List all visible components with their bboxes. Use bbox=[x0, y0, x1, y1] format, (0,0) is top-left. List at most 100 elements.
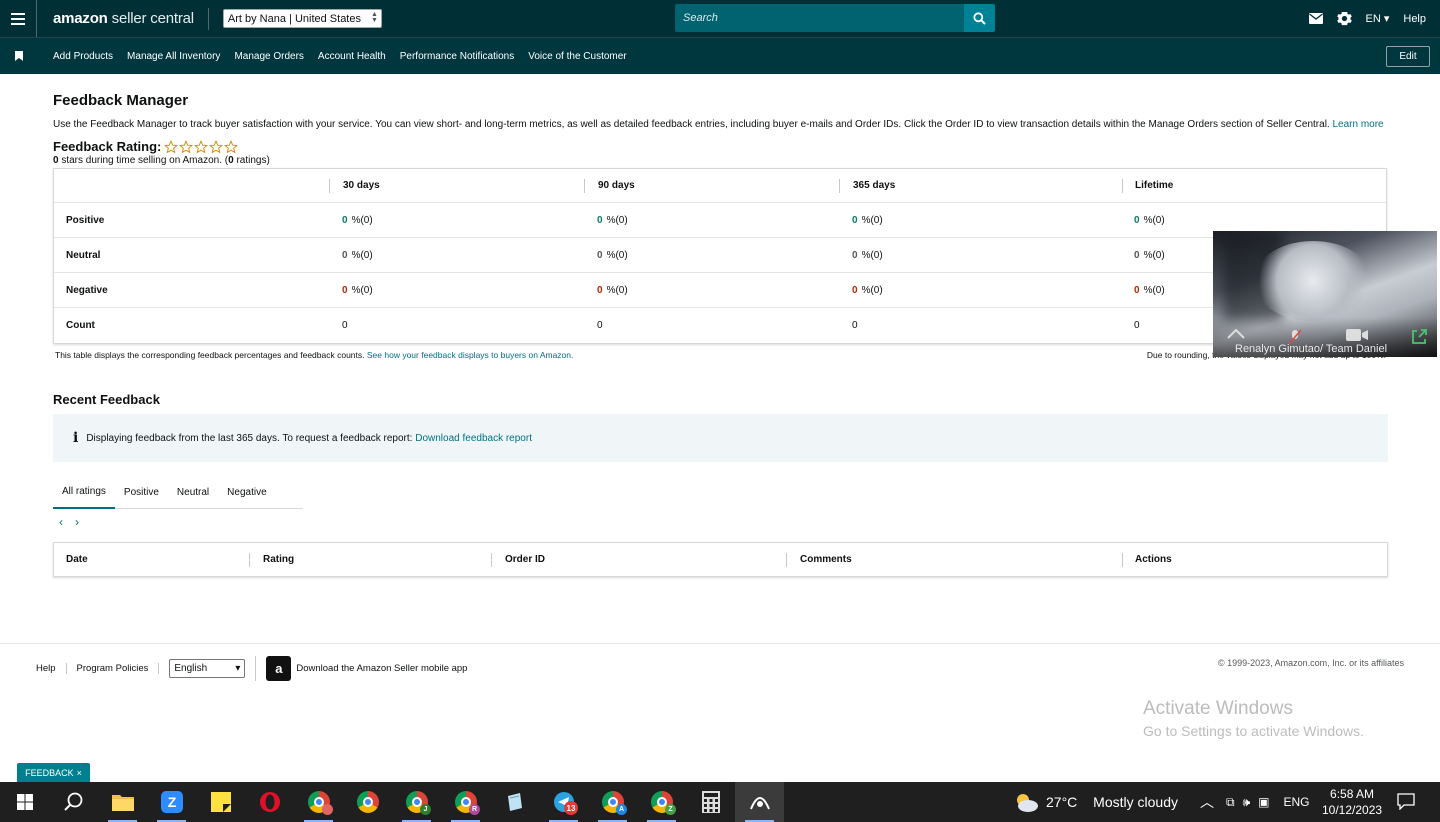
chevron-left-icon[interactable]: ‹ bbox=[59, 515, 63, 529]
tab-all-ratings[interactable]: All ratings bbox=[53, 476, 115, 509]
snipping-tool-icon[interactable] bbox=[735, 782, 784, 822]
telegram-icon[interactable]: 13 bbox=[539, 782, 588, 822]
chrome-icon[interactable]: J bbox=[392, 782, 441, 822]
system-tray: 27°C Mostly cloudy ︿ ⧉ 🕪 ▣ ENG bbox=[1012, 782, 1309, 822]
column-header-actions[interactable]: Actions bbox=[1122, 552, 1387, 567]
search-input[interactable]: Search bbox=[675, 4, 964, 32]
rating-label: Feedback Rating: bbox=[53, 139, 162, 154]
cell-value: 0 bbox=[852, 249, 858, 261]
cell-suffix: %(0) bbox=[861, 284, 883, 296]
footer-language-select[interactable]: English ▾ bbox=[169, 659, 246, 678]
chrome-icon[interactable]: Z bbox=[637, 782, 686, 822]
chrome-icon[interactable]: A bbox=[588, 782, 637, 822]
nav-manage-orders[interactable]: Manage Orders bbox=[234, 51, 303, 62]
cell-value: 0 bbox=[342, 320, 348, 331]
column-header: 365 days bbox=[839, 178, 1122, 193]
footer-help-link[interactable]: Help bbox=[36, 663, 67, 674]
column-header-date[interactable]: Date bbox=[54, 553, 249, 567]
page-title: Feedback Manager bbox=[53, 92, 189, 109]
gear-icon[interactable] bbox=[1336, 11, 1352, 26]
buyer-display-link[interactable]: See how your feedback displays to buyers… bbox=[367, 350, 573, 360]
chrome-icon[interactable] bbox=[343, 782, 392, 822]
top-header: amazon seller central Art by Nana | Unite… bbox=[0, 0, 1440, 37]
column-header-comments[interactable]: Comments bbox=[786, 552, 1122, 567]
notifications-icon[interactable] bbox=[1397, 793, 1415, 815]
cell-suffix: %(0) bbox=[606, 214, 628, 226]
bookmark-icon[interactable] bbox=[0, 38, 37, 74]
store-selector[interactable]: Art by Nana | United States ▲ ▼ bbox=[222, 9, 382, 28]
tab-positive[interactable]: Positive bbox=[115, 476, 168, 509]
cell-value: 0 bbox=[852, 320, 858, 331]
cell-suffix: %(0) bbox=[606, 249, 628, 261]
search-icon[interactable] bbox=[49, 782, 98, 822]
feedback-widget-tab[interactable]: FEEDBACK × bbox=[17, 763, 90, 782]
weather-widget[interactable]: 27°C Mostly cloudy bbox=[1012, 791, 1178, 813]
nav-performance-notifications[interactable]: Performance Notifications bbox=[400, 51, 515, 62]
row-label: Positive bbox=[66, 214, 105, 226]
opera-icon[interactable] bbox=[245, 782, 294, 822]
rating-stars bbox=[164, 139, 239, 154]
mobile-app-link[interactable]: a Download the Amazon Seller mobile app bbox=[255, 656, 467, 681]
close-icon[interactable]: × bbox=[77, 768, 82, 778]
nav-add-products[interactable]: Add Products bbox=[53, 51, 113, 62]
download-report-link[interactable]: Download feedback report bbox=[415, 433, 532, 444]
cell-suffix: %(0) bbox=[351, 214, 373, 226]
table-row: Count 0 0 0 0 bbox=[54, 308, 1386, 343]
menu-icon[interactable] bbox=[0, 0, 37, 37]
input-language[interactable]: ENG bbox=[1283, 795, 1309, 809]
info-alert: i Displaying feedback from the last 365 … bbox=[53, 414, 1388, 462]
learn-more-link[interactable]: Learn more bbox=[1332, 119, 1383, 130]
cell-value: 0 bbox=[1134, 284, 1140, 296]
chevron-right-icon[interactable]: › bbox=[75, 515, 79, 529]
cell-suffix: %(0) bbox=[1143, 214, 1165, 226]
cell-value: 0 bbox=[1134, 214, 1140, 226]
mail-icon[interactable] bbox=[1308, 13, 1323, 24]
sticky-notes-icon[interactable] bbox=[196, 782, 245, 822]
nav-manage-all-inventory[interactable]: Manage All Inventory bbox=[127, 51, 220, 62]
column-header-rating[interactable]: Rating bbox=[249, 552, 491, 567]
edit-nav-button[interactable]: Edit bbox=[1386, 46, 1430, 67]
clock[interactable]: 6:58 AM 10/12/2023 bbox=[1322, 786, 1382, 818]
table-row: Negative 0 %(0) 0 %(0) 0 %(0) 0 %(0) bbox=[54, 273, 1386, 308]
search-button[interactable] bbox=[964, 4, 995, 32]
activate-windows-watermark: Activate Windows Go to Settings to activ… bbox=[1143, 698, 1364, 739]
file-explorer-icon[interactable] bbox=[98, 782, 147, 822]
footer-policies-link[interactable]: Program Policies bbox=[67, 663, 160, 674]
calculator-icon[interactable] bbox=[686, 782, 735, 822]
rating-summary: 0 stars during time selling on Amazon. (… bbox=[53, 155, 270, 166]
table-cell: 0 %(0) bbox=[584, 250, 839, 261]
nav-voice-of-the-customer[interactable]: Voice of the Customer bbox=[528, 51, 626, 62]
network-icon[interactable]: ▣ bbox=[1258, 795, 1269, 809]
chevron-up-icon[interactable]: ︿ bbox=[1200, 792, 1214, 812]
tab-negative[interactable]: Negative bbox=[218, 476, 275, 509]
navigation-bar: Add Products Manage All Inventory Manage… bbox=[0, 37, 1440, 74]
meet-now-icon[interactable]: ⧉ bbox=[1226, 795, 1235, 810]
star-icon bbox=[179, 139, 194, 153]
tab-neutral[interactable]: Neutral bbox=[168, 476, 218, 509]
table-cell: 0 %(0) bbox=[329, 250, 584, 261]
popout-icon bbox=[1412, 329, 1427, 344]
table-cell: 0 bbox=[329, 320, 584, 331]
table-cell: 0 %(0) bbox=[584, 285, 839, 296]
row-label: Neutral bbox=[66, 249, 101, 261]
star-icon bbox=[209, 139, 224, 153]
star-icon bbox=[164, 139, 179, 153]
column-header-order-id[interactable]: Order ID bbox=[491, 552, 786, 567]
search-icon bbox=[973, 11, 986, 25]
chrome-icon[interactable]: R bbox=[441, 782, 490, 822]
notepad-icon[interactable] bbox=[490, 782, 539, 822]
zoom-icon[interactable]: Z bbox=[147, 782, 196, 822]
cell-suffix: %(0) bbox=[351, 284, 373, 296]
cell-suffix: %(0) bbox=[861, 214, 883, 226]
cell-value: 0 bbox=[597, 320, 603, 331]
chrome-icon[interactable] bbox=[294, 782, 343, 822]
cell-value: 0 bbox=[597, 284, 603, 296]
windows-start-icon[interactable] bbox=[0, 782, 49, 822]
seller-central-logo[interactable]: amazon seller central bbox=[53, 10, 194, 27]
nav-account-health[interactable]: Account Health bbox=[318, 51, 386, 62]
intro-text: Use the Feedback Manager to track buyer … bbox=[53, 119, 1384, 130]
help-link[interactable]: Help bbox=[1403, 13, 1426, 25]
language-selector[interactable]: EN ▾ bbox=[1366, 12, 1390, 25]
video-call-overlay[interactable]: Renalyn Gimutao/ Team Daniel bbox=[1213, 231, 1437, 357]
speaker-icon[interactable]: 🕪 bbox=[1243, 795, 1251, 810]
